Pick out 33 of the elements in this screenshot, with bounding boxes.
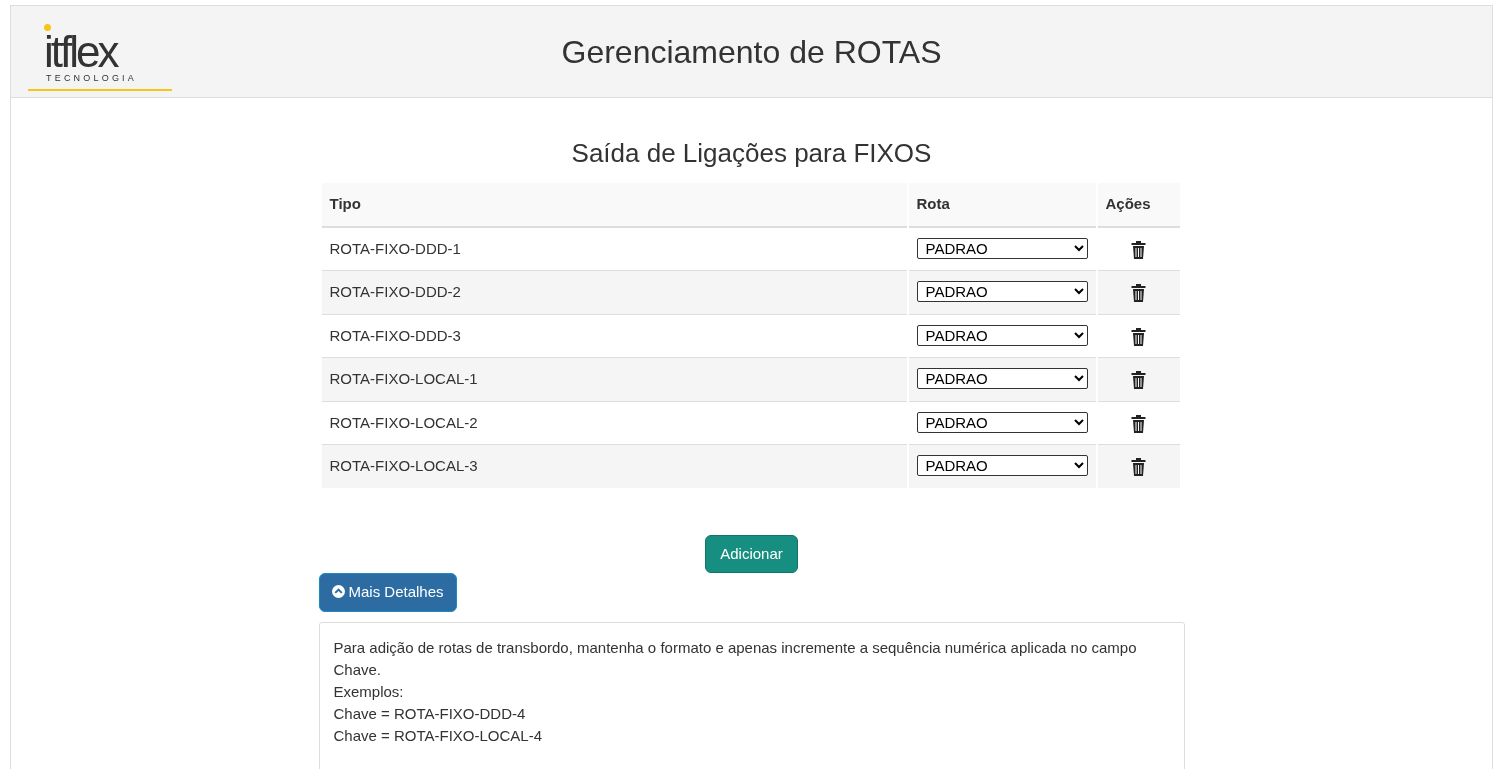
trash-icon[interactable] bbox=[1131, 458, 1146, 477]
trash-icon[interactable] bbox=[1131, 240, 1146, 259]
trash-icon[interactable] bbox=[1131, 284, 1146, 303]
details-text: Chave = ROTA-FIXO-DDD-4 bbox=[333, 703, 527, 724]
trash-icon[interactable] bbox=[1131, 371, 1146, 390]
route-select[interactable]: PADRAO bbox=[916, 411, 1088, 433]
column-header: Rota bbox=[916, 195, 950, 212]
logo-dot-icon bbox=[44, 23, 51, 31]
column-header: Tipo bbox=[329, 195, 361, 212]
route-type-cell: ROTA-FIXO-DDD-2 bbox=[329, 283, 461, 300]
logo-text: itflex bbox=[44, 32, 117, 70]
trash-icon[interactable] bbox=[1131, 414, 1146, 433]
route-select[interactable]: PADRAO bbox=[916, 368, 1088, 389]
route-type-cell: ROTA-FIXO-DDD-3 bbox=[329, 326, 461, 344]
details-text: Para adição de rotas de transbordo, mantenha o formato e apenas incremente a sequência numérica aplicada no campo Chave. bbox=[333, 637, 1138, 680]
route-select[interactable]: PADRAO bbox=[916, 281, 1088, 302]
details-text: Exemplos: bbox=[333, 681, 405, 702]
details-toggle-button[interactable]: Mais Detalhes bbox=[318, 573, 457, 612]
page-title: Gerenciamento de ROTAS bbox=[561, 33, 942, 70]
chevron-up-icon bbox=[331, 585, 345, 598]
route-type-cell: ROTA-FIXO-DDD-1 bbox=[329, 239, 461, 257]
add-button[interactable]: Adicionar bbox=[705, 534, 798, 573]
section-title: Saída de Ligações para FIXOS bbox=[571, 138, 932, 168]
route-select[interactable]: PADRAO bbox=[916, 237, 1088, 259]
column-header: Ações bbox=[1105, 195, 1151, 212]
route-select[interactable]: PADRAO bbox=[916, 324, 1088, 346]
route-select[interactable]: PADRAO bbox=[916, 455, 1088, 476]
route-type-cell: ROTA-FIXO-LOCAL-1 bbox=[329, 370, 478, 387]
logo-tagline: TECNOLOGIA bbox=[46, 71, 138, 85]
route-type-cell: ROTA-FIXO-LOCAL-3 bbox=[329, 457, 478, 474]
trash-icon[interactable] bbox=[1131, 327, 1146, 346]
details-text: Chave = ROTA-FIXO-LOCAL-4 bbox=[333, 725, 544, 746]
route-type-cell: ROTA-FIXO-LOCAL-2 bbox=[329, 413, 478, 431]
